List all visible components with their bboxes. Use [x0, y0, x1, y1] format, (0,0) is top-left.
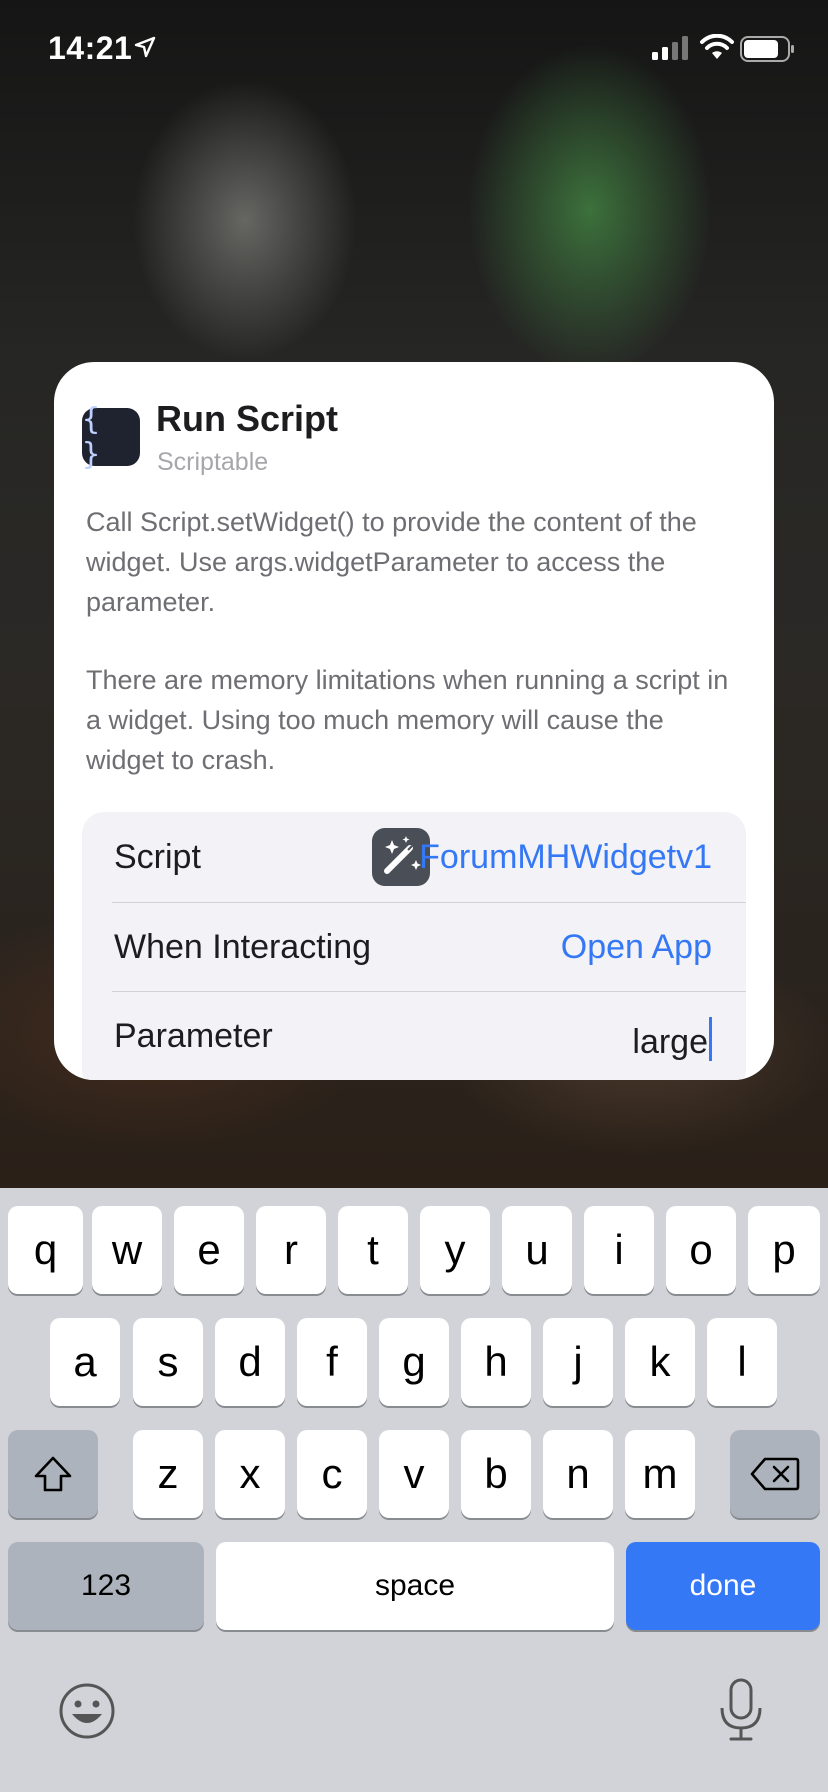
shift-key[interactable]: [8, 1430, 98, 1518]
card-subtitle: Scriptable: [157, 448, 269, 476]
cellular-signal-icon: [652, 36, 688, 60]
key-l[interactable]: l: [707, 1318, 777, 1406]
when-interacting-value[interactable]: Open App: [561, 928, 712, 967]
key-r[interactable]: r: [256, 1206, 326, 1294]
parameter-value: large: [632, 1023, 708, 1061]
key-d[interactable]: d: [215, 1318, 285, 1406]
parameter-input[interactable]: large: [632, 1017, 712, 1062]
description-text: Call Script.setWidget() to provide the c…: [86, 507, 697, 617]
script-value[interactable]: ForumMHWidgetv1: [419, 838, 712, 877]
key-w[interactable]: w: [92, 1206, 162, 1294]
key-i[interactable]: i: [584, 1206, 654, 1294]
key-e[interactable]: e: [174, 1206, 244, 1294]
description-clip: [86, 496, 746, 508]
emoji-icon[interactable]: [58, 1682, 116, 1740]
parameter-label: Parameter: [114, 1017, 273, 1055]
scriptable-app-icon: { }: [82, 402, 140, 472]
key-z[interactable]: z: [133, 1430, 203, 1518]
key-g[interactable]: g: [379, 1318, 449, 1406]
key-t[interactable]: t: [338, 1206, 408, 1294]
microphone-icon[interactable]: [718, 1678, 764, 1742]
status-bar: 14:21: [0, 0, 828, 100]
key-k[interactable]: k: [625, 1318, 695, 1406]
battery-icon: [740, 36, 794, 62]
delete-icon: [750, 1457, 800, 1491]
when-interacting-row[interactable]: When Interacting Open App: [82, 902, 746, 991]
delete-key[interactable]: [730, 1430, 820, 1518]
key-p[interactable]: p: [748, 1206, 820, 1294]
key-n[interactable]: n: [543, 1430, 613, 1518]
key-q[interactable]: q: [8, 1206, 83, 1294]
space-key[interactable]: space: [216, 1542, 614, 1630]
location-arrow-icon: [134, 36, 156, 58]
run-script-widget-card: { } Run Script Scriptable Call Script.se…: [54, 362, 774, 1080]
key-j[interactable]: j: [543, 1318, 613, 1406]
parameter-row[interactable]: Parameter large: [82, 991, 746, 1080]
key-x[interactable]: x: [215, 1430, 285, 1518]
wifi-icon: [700, 34, 734, 59]
status-time: 14:21: [48, 30, 133, 66]
key-u[interactable]: u: [502, 1206, 572, 1294]
text-caret: [709, 1017, 712, 1061]
script-label: Script: [114, 838, 201, 876]
key-s[interactable]: s: [133, 1318, 203, 1406]
key-y[interactable]: y: [420, 1206, 490, 1294]
script-row[interactable]: Script ForumMHWidgetv1: [82, 812, 746, 901]
key-m[interactable]: m: [625, 1430, 695, 1518]
keyboard: q w e r t y u i o p a s d f g h j k l z …: [0, 1188, 828, 1792]
numbers-key[interactable]: 123: [8, 1542, 204, 1630]
key-f[interactable]: f: [297, 1318, 367, 1406]
card-title: Run Script: [156, 398, 339, 439]
key-b[interactable]: b: [461, 1430, 531, 1518]
key-o[interactable]: o: [666, 1206, 736, 1294]
key-c[interactable]: c: [297, 1430, 367, 1518]
key-v[interactable]: v: [379, 1430, 449, 1518]
memory-warning-text: There are memory limitations when runnin…: [86, 665, 729, 775]
key-h[interactable]: h: [461, 1318, 531, 1406]
done-key[interactable]: done: [626, 1542, 820, 1630]
shift-icon: [34, 1456, 72, 1492]
parameters-group: Script ForumMHWidgetv1 When Interacting …: [82, 812, 746, 1080]
key-a[interactable]: a: [50, 1318, 120, 1406]
when-interacting-label: When Interacting: [114, 928, 372, 966]
